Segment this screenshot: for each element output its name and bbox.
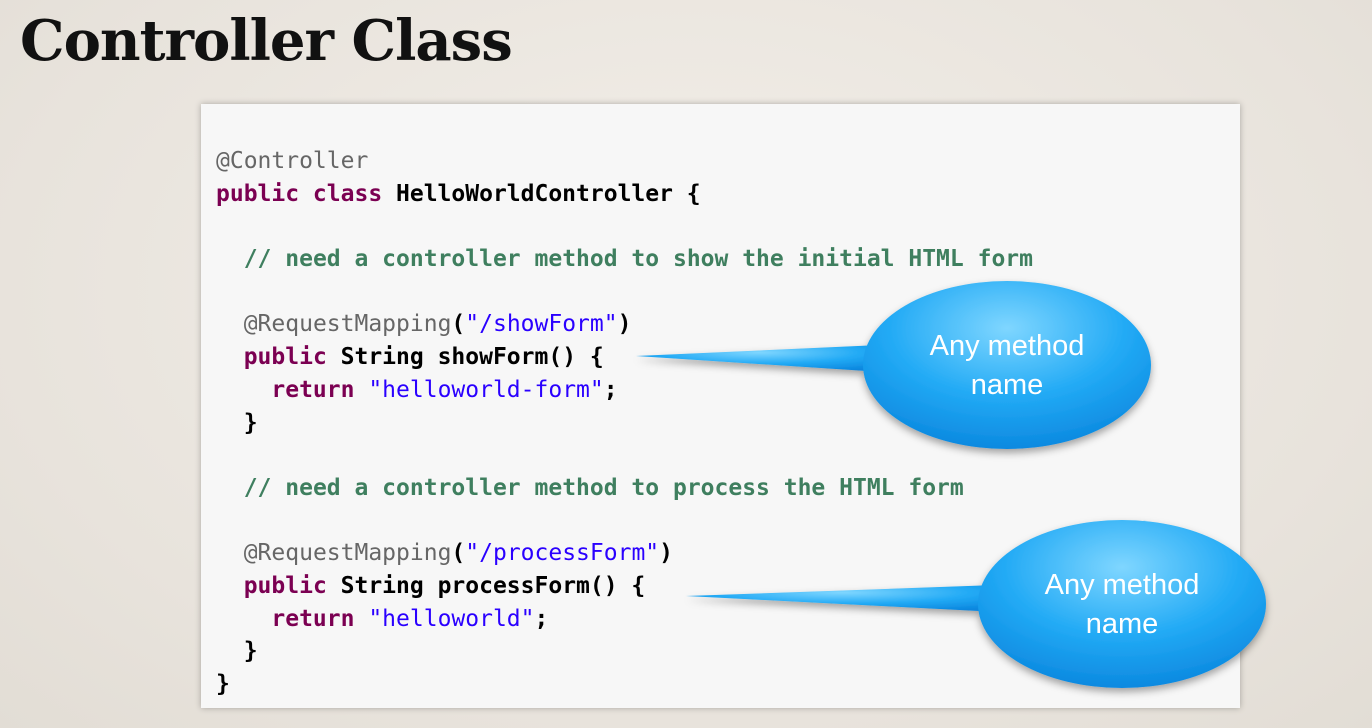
brace-token: } [243, 409, 258, 436]
method-signature-token: String showForm() { [340, 344, 604, 371]
class-name-token: HelloWorldController { [396, 180, 701, 207]
code-line: // need a controller method to process t… [216, 472, 1033, 505]
paren-token: ) [659, 540, 674, 567]
string-token: "helloworld" [368, 605, 535, 632]
paren-token: ) [617, 311, 632, 338]
callout-text-show-form: Any method name [929, 330, 1085, 401]
slide-title: Controller Class [20, 8, 513, 74]
code-line: // need a controller method to show the … [216, 243, 1033, 276]
keyword-token: return [271, 605, 369, 632]
semicolon-token: ; [534, 605, 549, 632]
keyword-token: public class [216, 180, 397, 207]
string-token: "/showForm" [465, 311, 618, 338]
comment-token: // need a controller method to show the … [243, 246, 1033, 273]
annotation-token: @Controller [216, 148, 369, 174]
brace-token: } [216, 671, 230, 697]
code-line: @RequestMapping("/processForm") [216, 537, 1033, 570]
brace-token: } [243, 638, 258, 665]
string-token: "helloworld-form" [368, 376, 604, 403]
annotation-token: @RequestMapping [243, 311, 452, 338]
method-signature-token: String processForm() { [340, 572, 646, 599]
code-line: public String processForm() { [216, 570, 1033, 603]
string-token: "/processForm" [465, 540, 660, 567]
code-line: return "helloworld"; [216, 603, 1033, 636]
annotation-token: @RequestMapping [243, 540, 452, 567]
code-line: } [216, 407, 1033, 440]
code-line: public class HelloWorldController { [216, 178, 1033, 211]
callout-text-process-form: Any method name [1044, 569, 1200, 640]
code-line: } [216, 635, 1033, 668]
paren-token: ( [451, 540, 466, 567]
semicolon-token: ; [603, 376, 618, 403]
keyword-token: return [271, 376, 369, 403]
keyword-token: public [243, 572, 341, 599]
code-block: @Controller public class HelloWorldContro… [216, 145, 1033, 701]
comment-token: // need a controller method to process t… [243, 474, 964, 501]
keyword-token: public [243, 344, 341, 371]
code-line: @Controller [216, 145, 1033, 178]
paren-token: ( [451, 311, 466, 338]
code-line: } [216, 668, 1033, 701]
